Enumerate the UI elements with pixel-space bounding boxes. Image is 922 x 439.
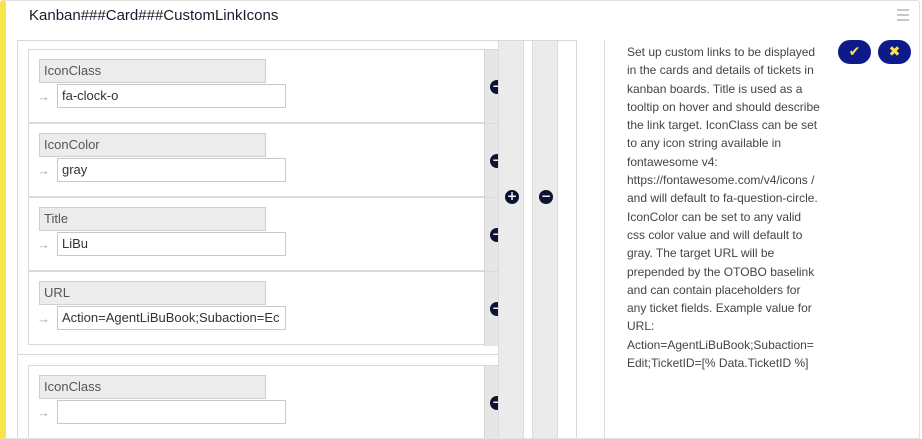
arrow-right-icon: → [37,311,50,326]
hash-field: IconClass → − [28,365,509,438]
array-container: IconClass → fa-clock-o − IconColor → gra… [17,40,577,438]
arrow-right-icon: → [37,405,50,420]
field-key-label: URL [39,281,266,305]
field-value-input[interactable]: LiBu [57,232,286,256]
remove-entry-icon[interactable]: − [539,190,553,204]
arrow-right-icon: → [37,89,50,104]
field-value-input[interactable]: fa-clock-o [57,84,286,108]
hash-field: Title → LiBu − [28,197,509,272]
field-key-label: IconClass [39,375,266,399]
hamburger-menu-icon[interactable] [897,9,909,24]
array-entry: IconClass → − [18,355,520,438]
hash-field: IconColor → gray − [28,123,509,198]
setting-title: Kanban###Card###CustomLinkIcons [29,7,279,24]
add-field-icon[interactable]: + [505,190,519,204]
field-key-label: IconColor [39,133,266,157]
hash-field: IconClass → fa-clock-o − [28,49,509,124]
field-value-input[interactable]: Action=AgentLiBuBook;Subaction=Ec [57,306,286,330]
hash-field: URL → Action=AgentLiBuBook;Subaction=Ec … [28,271,509,346]
description-divider [604,40,605,438]
cancel-button[interactable]: ✖ [878,40,911,64]
field-value-input[interactable]: gray [57,158,286,182]
field-key-label: IconClass [39,59,266,83]
arrow-right-icon: → [37,163,50,178]
remove-entry-strip: − [532,41,558,438]
arrow-right-icon: → [37,237,50,252]
field-key-label: Title [39,207,266,231]
save-button[interactable]: ✔ [838,40,871,64]
field-value-input[interactable] [57,400,286,424]
setting-panel: Kanban###Card###CustomLinkIcons IconClas… [0,0,920,439]
add-field-strip: + [498,41,524,438]
setting-description: Set up custom links to be displayed in t… [627,45,820,371]
array-entry: IconClass → fa-clock-o − IconColor → gra… [18,41,520,355]
